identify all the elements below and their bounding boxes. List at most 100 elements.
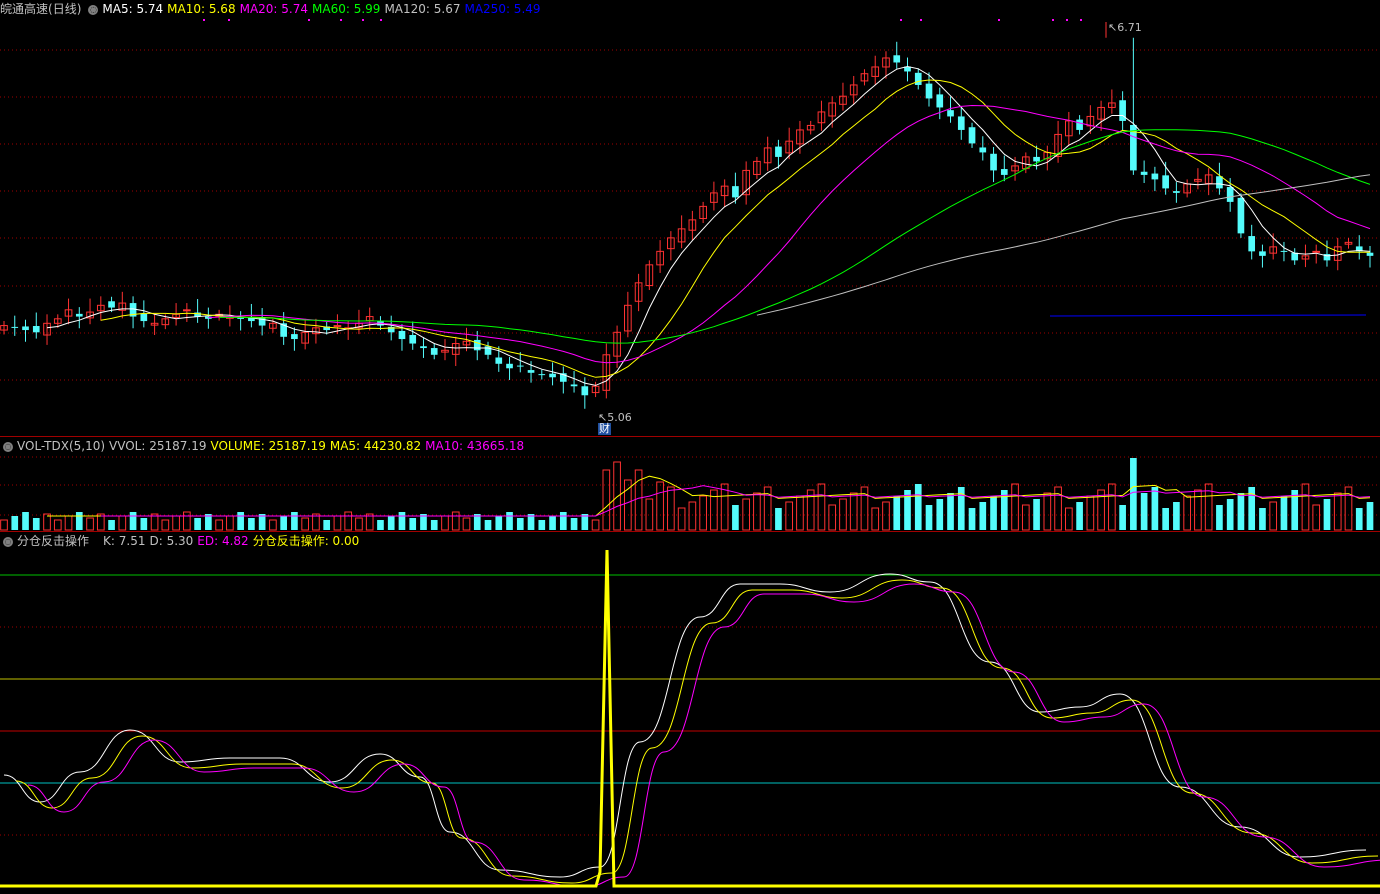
volume-bar (1183, 495, 1191, 531)
candle-body (775, 146, 782, 157)
event-marker (362, 19, 364, 21)
volume-bar (1237, 493, 1245, 530)
candlestick-pane[interactable]: 皖通高速(日线) ◌ MA5: 5.74 MA10: 5.68 MA20: 5.74 MA… (0, 0, 1380, 436)
candle-body (22, 326, 29, 331)
volume-bar (430, 520, 438, 530)
event-marker (920, 19, 922, 21)
volume-bar (1162, 508, 1169, 530)
candle-body (409, 335, 417, 344)
indicator-pane[interactable]: ◌ 分仓反击操作 K: 7.51 D: 5.30 ED: 4.82 分仓反击操作: 0.0… (0, 532, 1380, 894)
volume-bar (64, 515, 73, 531)
candle-body (893, 55, 901, 63)
indicator-settings-icon[interactable]: ◌ (3, 536, 13, 547)
event-marker (203, 19, 205, 21)
candle-body (291, 334, 298, 340)
volume-bar (409, 518, 417, 530)
volume-bar (1259, 508, 1266, 530)
volume-bar (882, 501, 890, 531)
candle-body (570, 384, 578, 387)
indicator-legend-item-2: ED: 4.82 (197, 534, 249, 548)
volume-bar (968, 508, 976, 530)
candle-body (75, 313, 83, 317)
event-marker (228, 19, 230, 21)
volume-bar (387, 516, 395, 530)
ma-legend-item-3: MA60: 5.99 (312, 2, 381, 16)
candlestick-chart[interactable] (0, 0, 1380, 436)
volume-bar (441, 515, 449, 531)
volume-bar (53, 519, 62, 531)
candle-body (237, 317, 244, 319)
volume-bar (559, 512, 567, 530)
volume-bar (226, 515, 234, 531)
ma-legend-item-2: MA20: 5.74 (239, 2, 309, 16)
volume-bar (1269, 501, 1278, 531)
volume-bar (1033, 499, 1040, 530)
ma-legend-item-1: MA10: 5.68 (167, 2, 236, 16)
candle-body (538, 374, 546, 376)
volume-bar (677, 507, 686, 531)
candle-body (732, 186, 739, 198)
indicator-header: ◌ 分仓反击操作 K: 7.51 D: 5.30 ED: 4.82 分仓反击操作: 0.0… (0, 532, 367, 550)
indicator-name: 分仓反击操作 (17, 534, 90, 548)
volume-bar (785, 501, 794, 531)
event-marker (900, 19, 902, 21)
candle-body (968, 127, 976, 144)
volume-bar (688, 501, 697, 531)
volume-bar (602, 469, 611, 531)
volume-settings-icon[interactable]: ◌ (3, 441, 13, 452)
volume-bar (1280, 496, 1288, 530)
volume-bar (1173, 502, 1180, 530)
event-marker (1080, 19, 1082, 21)
financial-event-badge[interactable]: 财 (598, 423, 611, 435)
candle-body (1248, 236, 1256, 252)
period-label: (日线) (48, 2, 82, 16)
candle-body (549, 373, 556, 378)
volume-bar (11, 516, 19, 530)
ma-settings-icon[interactable]: ◌ (88, 4, 99, 15)
volume-bar (172, 515, 180, 531)
volume-bar (1021, 504, 1030, 531)
volume-bar (549, 516, 556, 530)
volume-bar (75, 512, 83, 530)
volume-bar (1226, 499, 1234, 530)
volume-bar (301, 517, 309, 531)
volume-ma5-line (47, 475, 1371, 517)
volume-bar (1366, 502, 1374, 530)
candle-body (1237, 197, 1245, 234)
volume-bar (161, 519, 170, 531)
candle-body (925, 83, 933, 99)
volume-bar (237, 512, 244, 530)
volume-bar (753, 492, 761, 531)
candle-body (1162, 175, 1169, 189)
ma250-line (1049, 314, 1367, 317)
volume-bar (699, 495, 707, 531)
candle-body (1280, 250, 1288, 252)
event-marker (308, 19, 310, 21)
candle-body (936, 94, 944, 108)
event-marker (998, 19, 1000, 21)
volume-bar (667, 486, 675, 531)
volume-bar (990, 496, 997, 530)
indicator-legend-item-3: 分仓反击操作: 0.00 (252, 534, 360, 548)
volume-bar (914, 484, 922, 530)
volume-bar (732, 505, 739, 530)
volume-indicator-name: VOL-TDX(5,10) (17, 439, 106, 453)
volume-bar (495, 516, 503, 530)
volume-pane[interactable]: ◌ VOL-TDX(5,10) VVOL: 25187.19 VOLUME: 2518… (0, 437, 1380, 531)
candle-body (1151, 173, 1159, 180)
volume-bar (947, 493, 954, 530)
candle-body (1259, 251, 1266, 256)
volume-bar (291, 512, 298, 530)
volume-legend-item-2: MA5: 44230.82 (329, 439, 422, 453)
ma-legend: MA5: 5.74 MA10: 5.68 MA20: 5.74 MA60: 5.99 M… (102, 2, 544, 16)
volume-bar (796, 495, 804, 531)
volume-bar (516, 518, 524, 530)
candle-body (527, 370, 535, 373)
candle-body (1226, 187, 1234, 202)
volume-bar (1151, 487, 1159, 530)
volume-bar (1301, 483, 1310, 531)
volume-bar (925, 505, 933, 530)
indicator-chart[interactable] (0, 532, 1380, 894)
main-header: 皖通高速(日线) ◌ MA5: 5.74 MA10: 5.68 MA20: 5.74 MA… (0, 0, 549, 18)
volume-bar (936, 499, 944, 530)
